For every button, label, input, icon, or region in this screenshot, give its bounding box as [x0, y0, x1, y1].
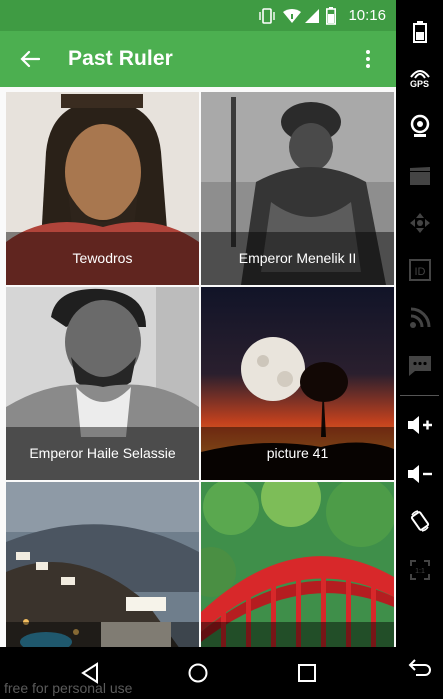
battery-icon: [412, 21, 427, 43]
overflow-dot: [366, 50, 370, 54]
dpad-button[interactable]: [396, 203, 443, 243]
back-button[interactable]: [14, 43, 46, 75]
nav-recents-button[interactable]: [289, 655, 325, 691]
tile-caption: Emperor Haile Selassie: [6, 427, 199, 480]
gps-button[interactable]: GPS: [396, 58, 443, 98]
battery-status-icon: [326, 0, 336, 31]
nav-home-button[interactable]: [180, 655, 216, 691]
gallery-tile-5[interactable]: [6, 482, 199, 647]
gallery-tile-menelik[interactable]: Emperor Menelik II: [201, 92, 394, 285]
device-screen: 10:16 Past Ruler Tewodros Emperor Meneli…: [0, 0, 396, 699]
volume-up-icon: [407, 416, 432, 434]
watermark-text: free for personal use: [4, 680, 133, 696]
gps-label: GPS: [409, 79, 429, 89]
wifi-icon: [282, 0, 302, 31]
tile-caption: [6, 622, 199, 647]
device-id-button[interactable]: ID: [396, 250, 443, 290]
gallery-tile-6[interactable]: [201, 482, 394, 647]
tile-caption: [201, 622, 394, 647]
volume-up-button[interactable]: [396, 405, 443, 445]
webcam-icon: [410, 114, 429, 137]
gps-icon: GPS: [409, 67, 431, 89]
page-title: Past Ruler: [68, 47, 173, 70]
tile-caption: Emperor Menelik II: [201, 232, 394, 285]
overflow-dot: [366, 57, 370, 61]
network-button[interactable]: [396, 298, 443, 338]
status-time: 10:16: [348, 7, 386, 24]
volume-down-button[interactable]: [396, 454, 443, 494]
clapper-button[interactable]: [396, 156, 443, 196]
home-icon: [188, 663, 208, 683]
recents-icon: [298, 664, 316, 682]
gallery-tile-haile-selassie[interactable]: Emperor Haile Selassie: [6, 287, 199, 480]
gallery-tile-picture-41[interactable]: picture 41: [201, 287, 394, 480]
scale-icon: 1:1: [409, 560, 430, 580]
volume-down-icon: [407, 465, 432, 483]
sms-icon: [408, 356, 431, 376]
vibrate-icon: [258, 0, 276, 31]
gallery-tile-tewodros[interactable]: Tewodros: [6, 92, 199, 285]
navigation-bar: free for personal use: [0, 647, 396, 699]
clapper-icon: [409, 167, 430, 185]
rss-icon: [409, 307, 430, 328]
side-divider: [400, 395, 439, 396]
id-icon: ID: [408, 259, 431, 281]
svg-text:ID: ID: [414, 266, 425, 278]
app-bar: Past Ruler: [0, 31, 396, 87]
image-grid: Tewodros Emperor Menelik II Emperor Hail…: [0, 87, 396, 647]
rotate-icon: [410, 510, 429, 532]
tile-caption: Tewodros: [6, 232, 199, 285]
arrow-back-icon: [20, 50, 40, 68]
tile-caption: picture 41: [201, 427, 394, 480]
scale-button[interactable]: 1:1: [396, 550, 443, 590]
sidebar-back-button[interactable]: [396, 647, 443, 687]
webcam-button[interactable]: [396, 106, 443, 146]
status-bar: 10:16: [0, 0, 396, 31]
signal-icon: [304, 0, 320, 31]
move-icon: [409, 213, 430, 233]
sidebar-back-icon: [408, 659, 431, 676]
battery-button[interactable]: [396, 12, 443, 52]
overflow-dot: [366, 64, 370, 68]
svg-text:1:1: 1:1: [415, 568, 425, 575]
sms-button[interactable]: [396, 346, 443, 386]
more-options-button[interactable]: [354, 43, 382, 75]
emulator-side-panel: GPS ID 1:1: [396, 0, 443, 699]
rotate-button[interactable]: [396, 501, 443, 541]
